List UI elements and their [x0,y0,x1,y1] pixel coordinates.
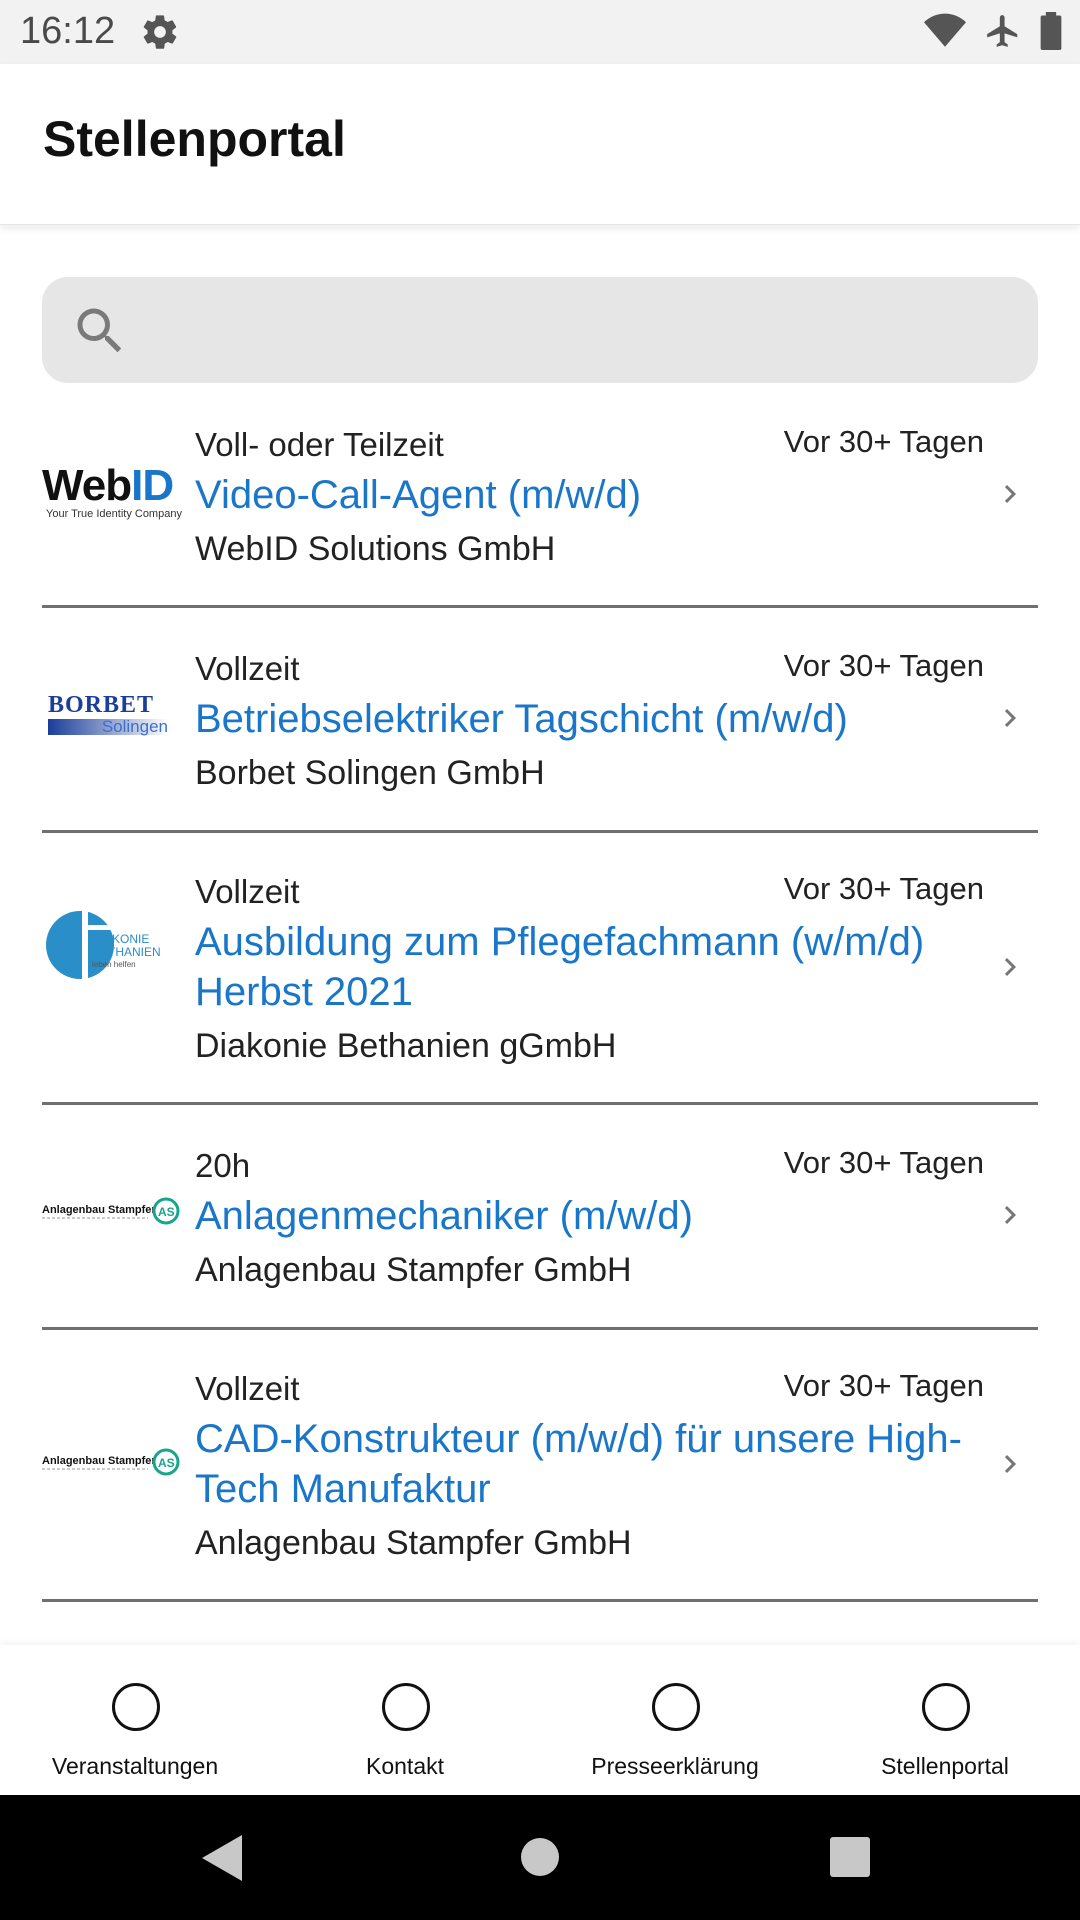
job-list: WebID Your True Identity Company Voll- o… [0,400,1080,1645]
job-item-cad-konstrukteur[interactable]: Anlagenbau Stampfer AS Vollzeit Vor 30+ … [42,1330,1038,1602]
chevron-right-icon [1004,1206,1016,1224]
nav-veranstaltungen-icon [112,1683,160,1731]
nav-item-stellenportal[interactable]: Stellenportal [810,1645,1080,1795]
svg-text:BETHANIEN: BETHANIEN [92,945,161,959]
job-title: Ausbildung zum Pflegefachmann (w/m/d) He… [195,920,925,1014]
nav-label: Kontakt [366,1753,444,1779]
wifi-icon [924,13,966,47]
job-type-partial [195,1638,204,1645]
job-company: Anlagenbau Stampfer GmbH [195,1524,632,1562]
job-company: Borbet Solingen GmbH [195,754,545,792]
back-icon[interactable] [202,1835,246,1881]
company-logo-anlagenbau-stampfer: Anlagenbau Stampfer AS [42,1442,182,1482]
job-company: Diakonie Bethanien gGmbH [195,1027,617,1065]
nav-kontakt-icon [382,1683,430,1731]
job-item-anlagenmechaniker[interactable]: Anlagenbau Stampfer AS 20h Vor 30+ Tagen… [42,1105,1038,1330]
job-title: Video-Call-Agent (m/w/d) [195,473,642,517]
job-date: Vor 30+ Tagen [783,1145,984,1180]
nav-label: Stellenportal [881,1753,1009,1779]
recents-icon[interactable] [830,1837,870,1877]
app-bar: Stellenportal [0,64,1080,225]
settings-gear-icon [143,15,177,49]
job-item-partial[interactable] [42,1602,1038,1645]
job-item-pflegefachmann[interactable]: DIAKONIE BETHANIEN leben helfen Vollzeit… [42,833,1038,1105]
status-icons [924,12,1062,50]
nav-label: Presseerklärung [591,1753,759,1779]
job-type: Voll- oder Teilzeit [195,426,444,463]
nav-presseerklaerung-icon [652,1683,700,1731]
job-company: Anlagenbau Stampfer GmbH [195,1251,632,1289]
system-navigation-bar [0,1795,1080,1920]
job-title: Anlagenmechaniker (m/w/d) [195,1194,693,1238]
svg-text:DIAKONIE: DIAKONIE [92,932,149,946]
job-company: WebID Solutions GmbH [195,530,556,568]
company-logo-diakonie: DIAKONIE BETHANIEN leben helfen [42,905,182,985]
job-type: Vollzeit [195,1370,300,1407]
nav-item-veranstaltungen[interactable]: Veranstaltungen [0,1645,270,1795]
job-type: 20h [195,1147,251,1184]
job-type: Vollzeit [195,650,300,687]
status-bar: 16:12 [0,0,1080,64]
chevron-right-icon [1004,1455,1016,1473]
bottom-navigation: Veranstaltungen Kontakt Presseerklärung … [0,1645,1080,1795]
svg-text:leben helfen: leben helfen [92,960,136,969]
job-date: Vor 30+ Tagen [783,424,984,459]
nav-item-presseerklaerung[interactable]: Presseerklärung [540,1645,810,1795]
job-type: Vollzeit [195,873,300,910]
nav-stellenportal-icon [922,1683,970,1731]
home-icon[interactable] [520,1837,560,1877]
svg-text:Anlagenbau Stampfer: Anlagenbau Stampfer [42,1204,156,1216]
airplane-mode-icon [987,15,1018,47]
svg-text:AS: AS [158,1205,175,1219]
job-item-betriebselektriker[interactable]: BORBET Solingen Vollzeit Vor 30+ Tagen B… [42,608,1038,833]
company-logo-borbet: BORBET Solingen [48,692,168,736]
job-date: Vor 30+ Tagen [783,1368,984,1403]
chevron-right-icon [1004,485,1016,503]
search-input[interactable] [152,297,1016,365]
job-title: Betriebselektriker Tagschicht (m/w/d) [195,697,848,741]
svg-text:Anlagenbau Stampfer: Anlagenbau Stampfer [42,1455,156,1467]
status-time: 16:12 [20,10,116,52]
search-icon [77,308,122,353]
search-bar[interactable] [42,277,1038,383]
chevron-right-icon [1004,958,1016,976]
company-logo-webid: WebID Your True Identity Company [42,461,182,521]
job-date: Vor 30+ Tagen [783,648,984,683]
company-logo-anlagenbau-stampfer: Anlagenbau Stampfer AS [42,1191,182,1231]
nav-label: Veranstaltungen [51,1753,219,1779]
job-title: CAD-Konstrukteur (m/w/d) für unsere High… [195,1417,962,1511]
job-date: Vor 30+ Tagen [783,871,984,906]
nav-item-kontakt[interactable]: Kontakt [270,1645,540,1795]
battery-icon [1040,12,1062,50]
page-title: Stellenportal [43,111,346,167]
svg-text:AS: AS [158,1456,175,1470]
job-item-video-call-agent[interactable]: WebID Your True Identity Company Voll- o… [42,400,1038,608]
chevron-right-icon [1004,709,1016,727]
